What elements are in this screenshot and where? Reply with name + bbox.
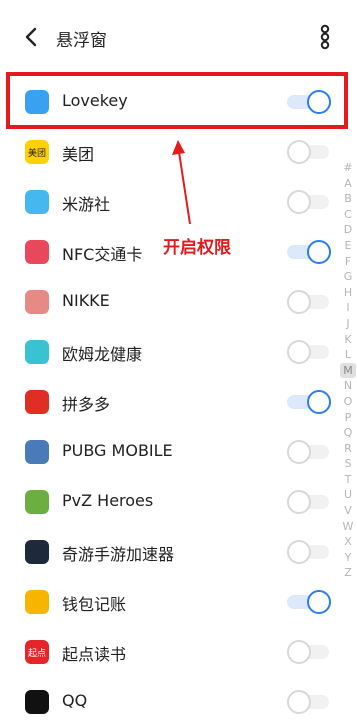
index-letter[interactable]: F [340, 254, 356, 270]
app-row[interactable]: QQ [0, 678, 357, 728]
toggle-knob [287, 490, 311, 514]
meituan-icon: 美团 [25, 140, 49, 164]
app-row[interactable]: 起点 起点读书 [0, 628, 357, 678]
index-letter[interactable]: R [340, 441, 356, 457]
nfc-card-icon [25, 240, 49, 264]
index-letter[interactable]: C [340, 207, 356, 223]
back-arrow-icon[interactable] [22, 26, 42, 48]
page-title: 悬浮窗 [56, 31, 107, 51]
index-letter[interactable]: S [340, 456, 356, 472]
pubg-icon [25, 440, 49, 464]
index-letter[interactable]: J [340, 316, 356, 332]
index-letter[interactable]: B [340, 191, 356, 207]
index-letter[interactable]: V [340, 503, 356, 519]
app-name: 奇游手游加速器 [62, 545, 175, 564]
app-name: 米游社 [62, 195, 111, 214]
index-letter[interactable]: H [340, 285, 356, 301]
pvz-icon [25, 490, 49, 514]
toggle-knob [287, 690, 311, 714]
index-letter[interactable]: I [340, 300, 356, 316]
index-letter[interactable]: E [340, 238, 356, 254]
floating-window-toggle[interactable] [287, 290, 329, 314]
qiyou-icon [25, 540, 49, 564]
index-letter[interactable]: P [340, 410, 356, 426]
floating-window-toggle[interactable] [287, 340, 329, 364]
floating-window-toggle[interactable] [287, 190, 329, 214]
app-icon-text: 起点 [27, 648, 46, 659]
index-letter[interactable]: A [340, 176, 356, 192]
toggle-knob [287, 140, 311, 164]
pinduoduo-icon [25, 390, 49, 414]
toggle-knob [287, 190, 311, 214]
index-letter[interactable]: U [340, 487, 356, 503]
app-name: NIKKE [62, 291, 110, 310]
index-letter[interactable]: X [340, 534, 356, 550]
index-letter[interactable]: K [340, 332, 356, 348]
index-letter[interactable]: Z [340, 565, 356, 581]
app-icon-text: 美团 [27, 148, 46, 159]
toggle-knob [287, 290, 311, 314]
floating-window-toggle[interactable] [287, 440, 329, 464]
index-letter[interactable]: T [340, 472, 356, 488]
annotation-label: 开启权限 [163, 238, 231, 258]
qq-icon [25, 690, 49, 714]
floating-window-toggle[interactable] [287, 590, 331, 614]
index-letter[interactable]: D [340, 222, 356, 238]
app-row[interactable]: 拼多多 [0, 378, 357, 428]
header: 悬浮窗 [0, 0, 357, 72]
floating-window-toggle[interactable] [287, 390, 331, 414]
index-letter[interactable]: L [340, 347, 356, 363]
floating-window-toggle[interactable] [287, 690, 329, 714]
app-name: 拼多多 [62, 395, 111, 414]
app-row[interactable]: PUBG MOBILE [0, 428, 357, 478]
miyoushe-icon [25, 190, 49, 214]
app-name: PUBG MOBILE [62, 441, 173, 460]
floating-window-toggle[interactable] [287, 490, 329, 514]
app-row[interactable]: 欧姆龙健康 [0, 328, 357, 378]
toggle-knob [287, 340, 311, 364]
index-letter[interactable]: W [340, 519, 356, 535]
app-row[interactable]: 钱包记账 [0, 578, 357, 628]
floating-window-toggle[interactable] [287, 540, 329, 564]
toggle-knob [307, 240, 331, 264]
floating-window-toggle[interactable] [287, 240, 331, 264]
index-letter[interactable]: N [340, 378, 356, 394]
index-letter[interactable]: Q [340, 425, 356, 441]
toggle-knob [307, 590, 331, 614]
nikke-icon [25, 290, 49, 314]
toggle-knob [287, 640, 311, 664]
index-letter[interactable]: M [340, 362, 356, 379]
toggle-knob [287, 440, 311, 464]
floating-window-toggle[interactable] [287, 140, 329, 164]
app-name: 起点读书 [62, 645, 127, 664]
app-row[interactable]: 奇游手游加速器 [0, 528, 357, 578]
more-options-icon[interactable] [318, 24, 332, 50]
floating-window-toggle[interactable] [287, 640, 329, 664]
app-row[interactable]: NIKKE [0, 278, 357, 328]
app-name: NFC交通卡 [62, 245, 143, 264]
alphabet-index[interactable]: # A B C D E F G H I J K L M N O P Q R S T U V W X Y Z [340, 160, 356, 581]
annotation-arrow-icon [172, 140, 191, 225]
app-name: PvZ Heroes [62, 491, 154, 510]
app-name: 美团 [62, 145, 95, 164]
index-letter[interactable]: Y [340, 550, 356, 566]
app-name: 钱包记账 [62, 595, 127, 614]
wallet-icon [25, 590, 49, 614]
qidian-icon: 起点 [25, 640, 49, 664]
index-letter[interactable]: G [340, 269, 356, 285]
highlight-box [6, 72, 348, 129]
omron-icon [25, 340, 49, 364]
app-name: 欧姆龙健康 [62, 345, 143, 364]
toggle-knob [307, 390, 331, 414]
app-row[interactable]: PvZ Heroes [0, 478, 357, 528]
app-name: QQ [62, 691, 88, 710]
index-letter[interactable]: O [340, 394, 356, 410]
index-letter[interactable]: # [340, 160, 356, 176]
toggle-knob [287, 540, 311, 564]
